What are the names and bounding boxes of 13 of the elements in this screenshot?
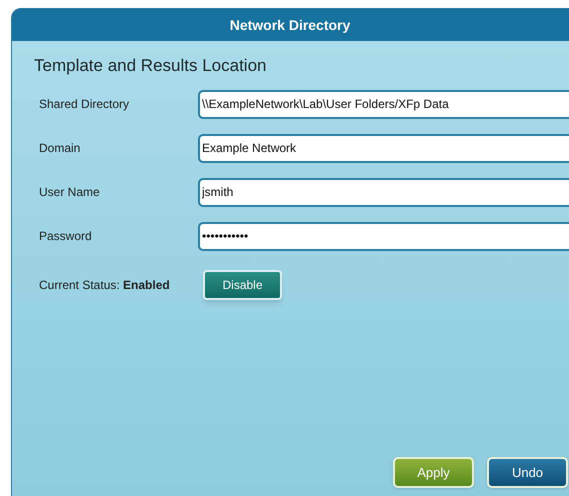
- disable-button[interactable]: Disable: [203, 270, 282, 300]
- text-field[interactable]: •••••••••••: [198, 222, 569, 250]
- field-label: User Name: [38, 184, 101, 201]
- window-title: Network Directory: [12, 9, 569, 41]
- field-label: Shared Directory: [38, 96, 130, 113]
- text-field[interactable]: jsmith: [198, 178, 569, 206]
- text-field[interactable]: Example Network: [198, 134, 569, 162]
- status-text: Current Status: Enabled: [38, 276, 171, 294]
- undo-button[interactable]: Undo: [487, 457, 568, 488]
- field-label: Password: [38, 228, 93, 245]
- field-label: Domain: [38, 140, 82, 157]
- section-title: Template and Results Location: [34, 55, 266, 77]
- text-field[interactable]: \\ExampleNetwork\Lab\User Folders/XFp Data: [198, 90, 569, 118]
